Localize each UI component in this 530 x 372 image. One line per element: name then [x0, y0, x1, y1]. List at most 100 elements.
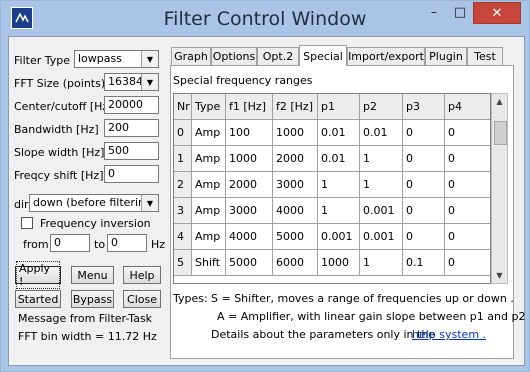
- table-cell[interactable]: Amp: [192, 146, 226, 172]
- table-cell[interactable]: Amp: [192, 224, 226, 250]
- message-label: Message from Filter-Task: [18, 312, 153, 325]
- help-system-link[interactable]: help system .: [412, 328, 486, 341]
- table-cell[interactable]: 5000: [273, 224, 318, 250]
- table-cell[interactable]: 3: [174, 198, 192, 224]
- table-cell[interactable]: 1: [318, 172, 360, 198]
- table-cell[interactable]: 1: [174, 146, 192, 172]
- filter-type-select[interactable]: lowpass ▼: [74, 50, 159, 68]
- table-cell[interactable]: 3000: [226, 198, 273, 224]
- column-header: p4: [445, 94, 490, 120]
- table-vertical-scrollbar[interactable]: ▲ ▼: [491, 93, 508, 284]
- table-cell[interactable]: 1000: [318, 250, 360, 276]
- filter-control-window: Filter Control Window – □ ✕ Filter Type …: [0, 0, 530, 372]
- tab-options[interactable]: Options: [211, 47, 257, 65]
- table-cell[interactable]: 0: [445, 120, 490, 146]
- table-cell[interactable]: 2000: [273, 146, 318, 172]
- table-cell[interactable]: 0.01: [360, 120, 403, 146]
- table-cell[interactable]: 0.1: [403, 250, 445, 276]
- tab-plugin[interactable]: Plugin: [425, 47, 467, 65]
- table-cell[interactable]: 1: [318, 198, 360, 224]
- bypass-button[interactable]: Bypass: [71, 290, 114, 308]
- table-cell[interactable]: 0: [403, 172, 445, 198]
- tab-test[interactable]: Test: [467, 47, 503, 65]
- scrollbar-thumb[interactable]: [494, 121, 507, 145]
- tab-opt2[interactable]: Opt.2: [257, 47, 299, 65]
- table-cell[interactable]: 1000: [273, 120, 318, 146]
- table-cell[interactable]: 0: [403, 120, 445, 146]
- table-cell[interactable]: 2000: [226, 172, 273, 198]
- fft-size-value: 16384: [108, 75, 143, 88]
- table-cell[interactable]: 1000: [226, 146, 273, 172]
- chevron-down-icon[interactable]: ▼: [141, 195, 158, 211]
- table-cell[interactable]: 1: [360, 172, 403, 198]
- center-cutoff-label: Center/cutoff [Hz]: [14, 100, 113, 113]
- frequency-inversion-checkbox[interactable]: [21, 217, 33, 229]
- table-cell[interactable]: 0.001: [360, 198, 403, 224]
- tab-special[interactable]: Special: [299, 45, 347, 66]
- shift-direction-value: down (before filtering): [33, 196, 157, 209]
- frequency-inversion-label: Frequency inversion: [40, 217, 151, 230]
- fft-size-select[interactable]: 16384 ▼: [104, 73, 159, 91]
- fft-size-label: FFT Size (points): [14, 77, 106, 90]
- filter-type-label: Filter Type: [14, 54, 71, 67]
- tab-import-export[interactable]: Import/export: [347, 47, 425, 65]
- tab-graph[interactable]: Graph: [171, 47, 211, 65]
- slope-width-label: Slope width [Hz]: [14, 146, 105, 159]
- column-header: f1 [Hz]: [226, 94, 273, 120]
- chevron-down-icon[interactable]: ▼: [141, 74, 158, 90]
- table-cell[interactable]: 0.001: [360, 224, 403, 250]
- bandwidth-input[interactable]: 200: [104, 119, 159, 137]
- apply-button[interactable]: Apply !: [15, 261, 61, 289]
- center-cutoff-input[interactable]: 20000: [104, 96, 159, 114]
- special-ranges-table[interactable]: Nr Type f1 [Hz] f2 [Hz] p1 p2 p3 p4 0 Am…: [173, 93, 491, 284]
- from-input[interactable]: 0: [50, 234, 90, 252]
- table-cell[interactable]: 0: [445, 250, 490, 276]
- menu-button[interactable]: Menu: [71, 266, 114, 284]
- types-line-amplifier: A = Amplifier, with linear gain slope be…: [217, 310, 530, 323]
- table-cell[interactable]: 6000: [273, 250, 318, 276]
- minimize-button[interactable]: –: [421, 2, 447, 22]
- scroll-up-icon[interactable]: ▲: [492, 94, 507, 109]
- column-header: f2 [Hz]: [273, 94, 318, 120]
- table-cell[interactable]: Shift: [192, 250, 226, 276]
- maximize-button[interactable]: □: [447, 2, 473, 22]
- freq-shift-input[interactable]: 0: [104, 165, 159, 183]
- fft-bin-width-label: FFT bin width = 11.72 Hz: [18, 330, 157, 343]
- to-input[interactable]: 0: [107, 234, 147, 252]
- table-cell[interactable]: 4000: [273, 198, 318, 224]
- table-cell[interactable]: 3000: [273, 172, 318, 198]
- table-cell[interactable]: 0: [403, 224, 445, 250]
- table-cell[interactable]: 0.01: [318, 120, 360, 146]
- table-cell[interactable]: 0: [445, 146, 490, 172]
- table-cell[interactable]: 100: [226, 120, 273, 146]
- column-header: p1: [318, 94, 360, 120]
- bandwidth-label: Bandwidth [Hz]: [14, 123, 99, 136]
- table-cell[interactable]: 0: [174, 120, 192, 146]
- table-cell[interactable]: 1: [360, 146, 403, 172]
- help-button[interactable]: Help: [123, 266, 161, 284]
- table-cell[interactable]: 4: [174, 224, 192, 250]
- scroll-down-icon[interactable]: ▼: [492, 268, 507, 283]
- table-cell[interactable]: Amp: [192, 172, 226, 198]
- close-button[interactable]: Close: [123, 290, 161, 308]
- chevron-down-icon[interactable]: ▼: [141, 51, 158, 67]
- table-cell[interactable]: 5: [174, 250, 192, 276]
- table-cell[interactable]: 5000: [226, 250, 273, 276]
- slope-width-input[interactable]: 500: [104, 142, 159, 160]
- shift-direction-select[interactable]: down (before filtering) ▼: [29, 194, 159, 212]
- table-cell[interactable]: 0: [445, 198, 490, 224]
- title-bar[interactable]: Filter Control Window – □ ✕: [1, 1, 529, 35]
- table-cell[interactable]: 0: [445, 172, 490, 198]
- close-window-button[interactable]: ✕: [473, 2, 521, 24]
- table-cell[interactable]: 0: [403, 198, 445, 224]
- table-cell[interactable]: 0.01: [318, 146, 360, 172]
- table-cell[interactable]: 1: [360, 250, 403, 276]
- table-cell[interactable]: 0: [403, 146, 445, 172]
- table-cell[interactable]: 0: [445, 224, 490, 250]
- started-button[interactable]: Started: [15, 290, 61, 308]
- table-cell[interactable]: Amp: [192, 198, 226, 224]
- table-cell[interactable]: 4000: [226, 224, 273, 250]
- table-cell[interactable]: 2: [174, 172, 192, 198]
- table-cell[interactable]: Amp: [192, 120, 226, 146]
- table-cell[interactable]: 0.001: [318, 224, 360, 250]
